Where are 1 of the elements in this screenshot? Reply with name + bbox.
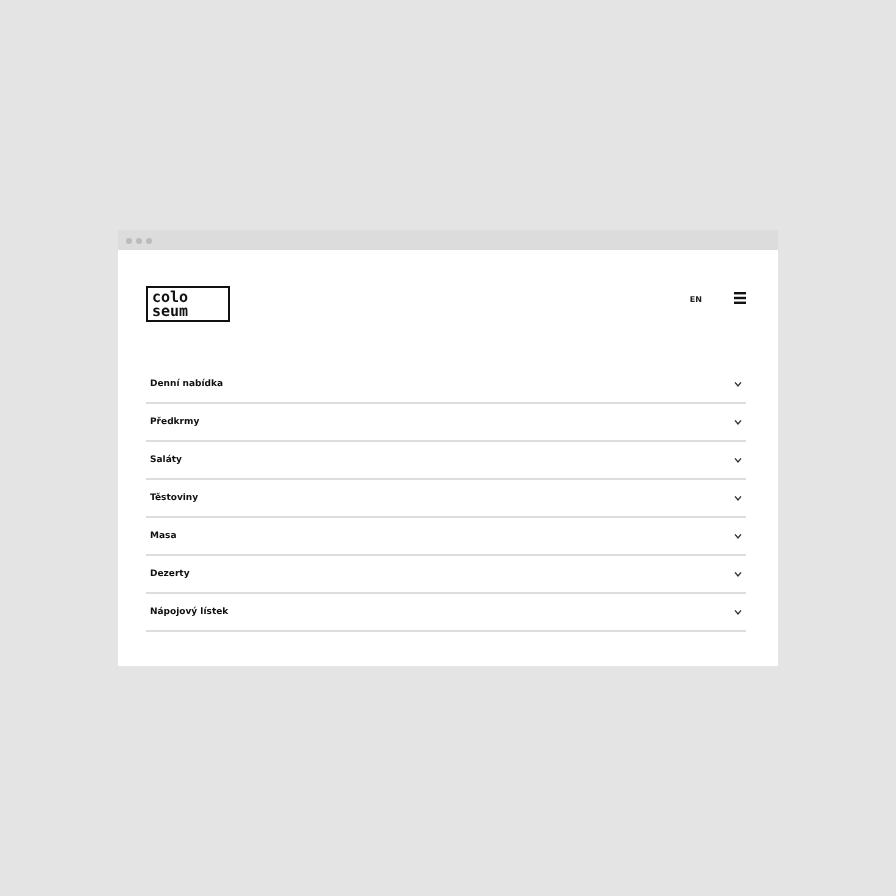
menu-icon[interactable] bbox=[734, 292, 746, 304]
